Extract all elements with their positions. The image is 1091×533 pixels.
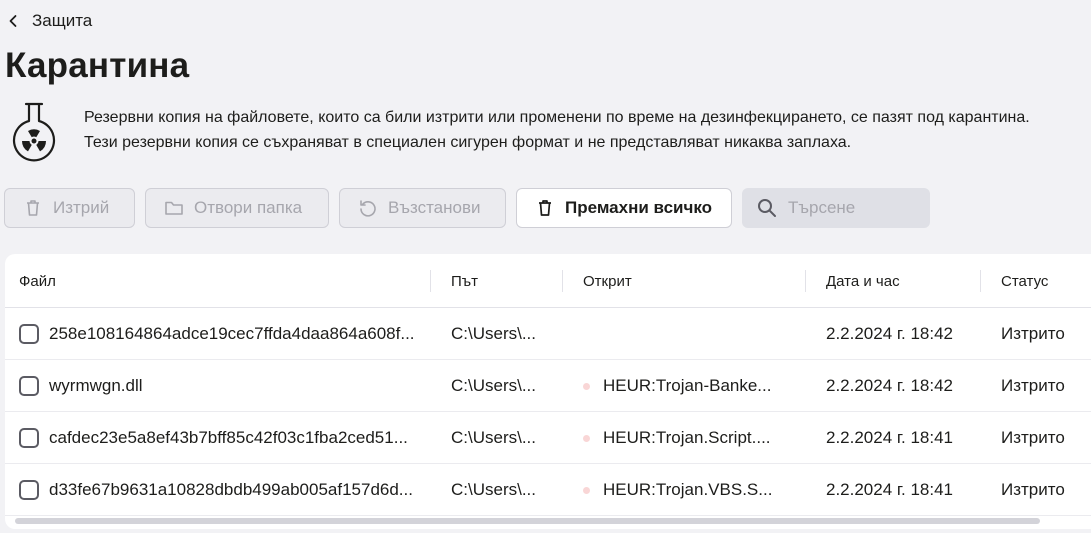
remove-all-button-label: Премахни всичко — [565, 198, 713, 217]
row-checkbox[interactable] — [19, 428, 39, 448]
file-path: C:\Users\... — [451, 324, 537, 343]
threat-indicator-dot — [583, 486, 590, 494]
status-text: Изтрито — [1001, 428, 1065, 447]
column-divider[interactable] — [430, 270, 431, 292]
detected-threat-cell: HEUR:Trojan.Script.... — [583, 412, 798, 464]
restore-icon — [360, 200, 376, 217]
page-title: Карантина — [5, 46, 190, 85]
page-description: Резервни копия на файловете, които са би… — [84, 109, 1030, 151]
file-name: cafdec23e5a8ef43b7bff85c42f03c1fba2ced51… — [49, 428, 408, 447]
file-name: wyrmwgn.dll — [49, 376, 143, 395]
open-folder-button-label: Отвори папка — [194, 198, 303, 217]
column-divider[interactable] — [805, 270, 806, 292]
row-checkbox[interactable] — [19, 376, 39, 396]
table-row[interactable]: 258e108164864adce19cec7ffda4daa864a608f.… — [5, 308, 1091, 360]
detected-threat-cell: HEUR:Trojan.VBS.S... — [583, 464, 798, 516]
horizontal-scrollbar[interactable] — [15, 518, 1040, 524]
remove-all-button[interactable]: Премахни всичко — [516, 188, 732, 228]
table-row[interactable]: cafdec23e5a8ef43b7bff85c42f03c1fba2ced51… — [5, 412, 1091, 464]
row-checkbox[interactable] — [19, 480, 39, 500]
table-row[interactable]: wyrmwgn.dll C:\Users\... HEUR:Trojan-Ban… — [5, 360, 1091, 412]
restore-button[interactable]: Възстанови — [339, 188, 506, 228]
delete-button[interactable]: Изтрий — [4, 188, 135, 228]
back-label: Защита — [32, 11, 93, 30]
status-text: Изтрито — [1001, 480, 1065, 499]
restore-button-label: Възстанови — [388, 198, 481, 217]
file-name: 258e108164864adce19cec7ffda4daa864a608f.… — [49, 324, 415, 343]
trash-icon — [27, 200, 39, 216]
threat-indicator-dot — [583, 434, 590, 442]
detection-datetime: 2.2.2024 г. 18:42 — [826, 376, 954, 395]
status-text: Изтрито — [1001, 324, 1065, 343]
threat-indicator-dot — [583, 382, 590, 390]
search-input[interactable] — [788, 198, 918, 218]
file-name: d33fe67b9631a10828dbdb499ab005af157d6d..… — [49, 480, 413, 499]
trash-icon — [539, 200, 551, 216]
file-path: C:\Users\... — [451, 376, 537, 395]
table-row[interactable]: d33fe67b9631a10828dbdb499ab005af157d6d..… — [5, 464, 1091, 516]
table-header: Файл Път Открит Дата и час Статус — [5, 254, 1091, 308]
search-box[interactable] — [742, 188, 930, 228]
column-divider[interactable] — [980, 270, 981, 292]
column-header-status[interactable]: Статус — [1001, 254, 1048, 308]
detection-datetime: 2.2.2024 г. 18:41 — [826, 480, 954, 499]
column-divider[interactable] — [562, 270, 563, 292]
folder-icon — [165, 201, 183, 215]
file-path: C:\Users\... — [451, 480, 537, 499]
detection-datetime: 2.2.2024 г. 18:41 — [826, 428, 954, 447]
open-folder-button[interactable]: Отвори папка — [145, 188, 329, 228]
row-checkbox[interactable] — [19, 324, 39, 344]
column-header-detected[interactable]: Открит — [583, 254, 632, 308]
back-link[interactable]: Защита — [6, 8, 92, 34]
column-header-path[interactable]: Път — [451, 254, 478, 308]
file-path: C:\Users\... — [451, 428, 537, 447]
column-header-file[interactable]: Файл — [19, 254, 56, 308]
detected-threat — [583, 308, 798, 360]
detected-threat: HEUR:Trojan.Script.... — [603, 428, 771, 447]
quarantine-table: Файл Път Открит Дата и час Статус 258e10… — [5, 254, 1091, 529]
detected-threat: HEUR:Trojan-Banke... — [603, 376, 772, 395]
status-text: Изтрито — [1001, 376, 1065, 395]
delete-button-label: Изтрий — [53, 198, 110, 217]
column-header-datetime[interactable]: Дата и час — [826, 254, 900, 308]
flask-radiation-icon — [12, 102, 56, 162]
detected-threat: HEUR:Trojan.VBS.S... — [603, 480, 773, 499]
search-icon — [758, 199, 776, 217]
detection-datetime: 2.2.2024 г. 18:42 — [826, 324, 954, 343]
chevron-left-icon — [9, 15, 17, 27]
detected-threat-cell: HEUR:Trojan-Banke... — [583, 360, 798, 412]
